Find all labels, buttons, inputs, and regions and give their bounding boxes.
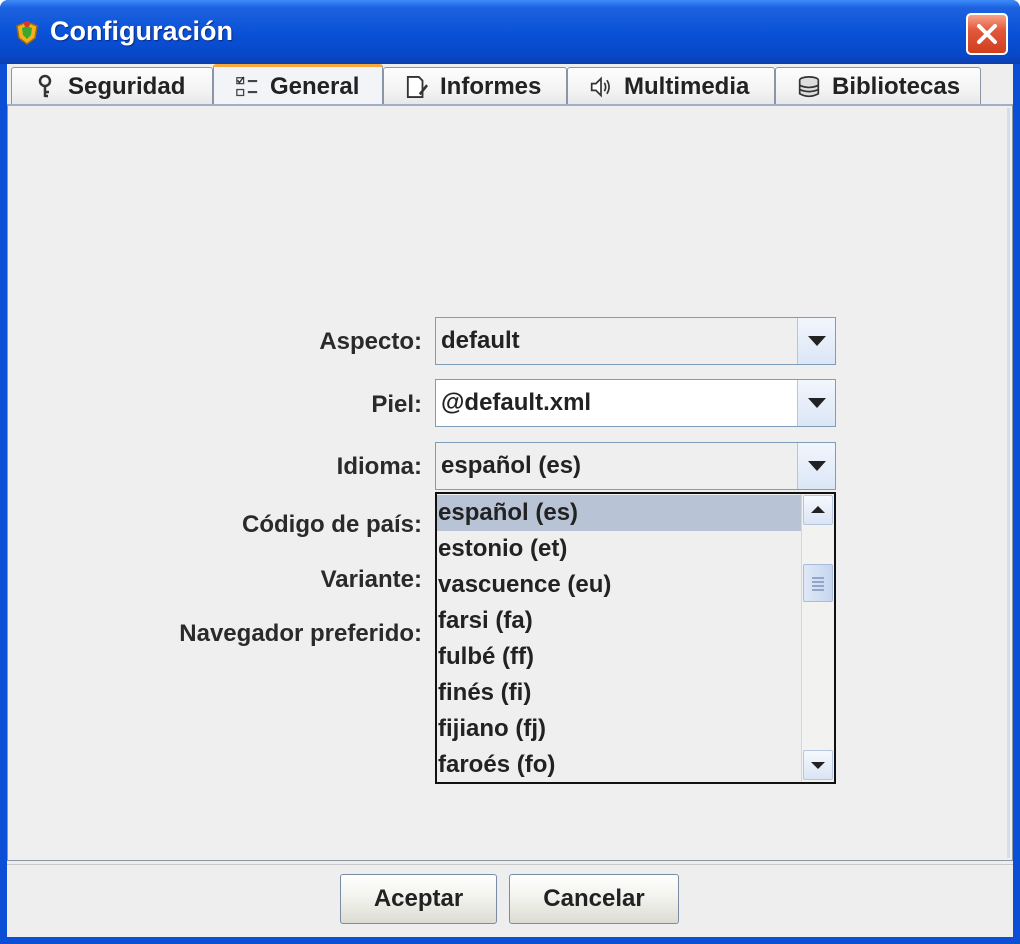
chevron-down-icon — [808, 336, 826, 346]
app-icon — [16, 21, 38, 45]
vertical-scrollbar[interactable] — [801, 494, 834, 782]
tab-label: General — [270, 72, 360, 100]
cancelar-button[interactable]: Cancelar — [509, 874, 679, 924]
tab-label: Multimedia — [624, 73, 750, 100]
arrow-down-icon — [811, 762, 825, 769]
scroll-down-button[interactable] — [803, 750, 833, 780]
piel-value: @default.xml — [441, 389, 592, 416]
idioma-combobox[interactable]: español (es) — [435, 442, 836, 490]
dialog-body: Seguridad General Informes Multimedia Bi… — [7, 64, 1013, 937]
piel-label: Piel: — [371, 391, 422, 418]
idioma-label: Idioma: — [336, 453, 422, 480]
title-bar[interactable]: Configuración — [0, 0, 1020, 64]
codigo-pais-label: Código de país: — [242, 511, 422, 538]
idioma-dropdown-button[interactable] — [797, 443, 835, 489]
aceptar-button[interactable]: Aceptar — [340, 874, 497, 924]
tab-label: Bibliotecas — [832, 73, 961, 100]
scroll-thumb[interactable] — [803, 564, 833, 602]
report-edit-icon — [406, 76, 428, 98]
window-title: Configuración — [50, 16, 233, 46]
configuration-dialog: Configuración Seguridad General Informes… — [0, 0, 1020, 944]
idioma-value: español (es) — [441, 452, 582, 479]
tab-multimedia[interactable]: Multimedia — [567, 67, 775, 106]
list-item[interactable]: farsi (fa) — [437, 603, 801, 639]
aspecto-label: Aspecto: — [319, 328, 422, 355]
aspecto-value: default — [441, 327, 520, 354]
list-item[interactable]: faroés (fo) — [437, 747, 801, 783]
grip-icon — [812, 577, 824, 591]
list-item[interactable]: finés (fi) — [437, 675, 801, 711]
tab-seguridad[interactable]: Seguridad — [11, 67, 213, 106]
tab-label: Informes — [440, 73, 542, 100]
piel-dropdown-button[interactable] — [797, 380, 835, 426]
tab-bibliotecas[interactable]: Bibliotecas — [775, 67, 981, 106]
speaker-icon — [590, 76, 610, 98]
list-item[interactable]: estonio (et) — [437, 531, 801, 567]
list-item[interactable]: español (es) — [437, 495, 801, 531]
tab-general[interactable]: General — [213, 64, 383, 106]
variante-label: Variante: — [320, 566, 422, 593]
chevron-down-icon — [808, 461, 826, 471]
list-settings-icon — [236, 75, 258, 96]
piel-combobox[interactable]: @default.xml — [435, 379, 836, 427]
arrow-up-icon — [811, 506, 825, 513]
list-item[interactable]: vascuence (eu) — [437, 567, 801, 603]
general-panel: Aspecto: Piel: Idioma: Código de país: V… — [7, 104, 1013, 861]
list-item[interactable]: fijiano (fj) — [437, 711, 801, 747]
footer-separator — [7, 864, 1013, 865]
tab-label: Seguridad — [68, 73, 186, 100]
close-button[interactable] — [966, 13, 1008, 55]
tab-informes[interactable]: Informes — [383, 67, 567, 106]
key-icon — [38, 74, 52, 98]
scroll-up-button[interactable] — [803, 495, 833, 525]
navegador-label: Navegador preferido: — [179, 620, 422, 647]
chevron-down-icon — [808, 398, 826, 408]
aspecto-dropdown-button[interactable] — [797, 318, 835, 364]
list-item[interactable]: fulbé (ff) — [437, 639, 801, 675]
aspecto-combobox[interactable]: default — [435, 317, 836, 365]
database-icon — [798, 76, 820, 98]
close-icon — [977, 24, 997, 44]
idioma-dropdown-list[interactable]: español (es) estonio (et) vascuence (eu)… — [435, 492, 836, 784]
